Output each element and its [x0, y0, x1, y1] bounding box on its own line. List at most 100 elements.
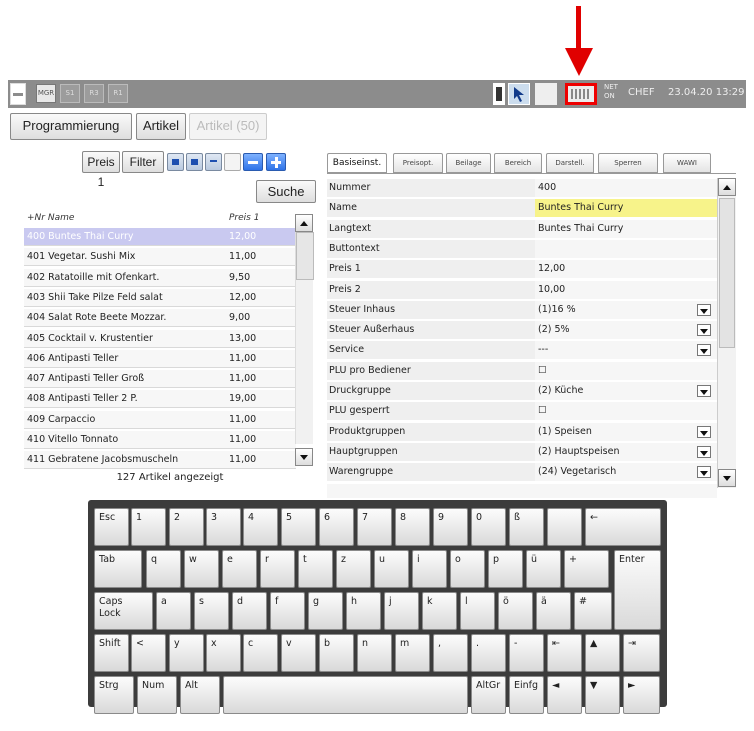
property-value[interactable]: 400	[535, 179, 717, 197]
key-blank[interactable]	[547, 508, 582, 546]
key-⇥[interactable]: ⇥	[623, 634, 660, 672]
list-scroll-down-button[interactable]	[295, 448, 313, 466]
key-w[interactable]: w	[184, 550, 219, 588]
key-4[interactable]: 4	[243, 508, 278, 546]
mode-button-s1[interactable]: S1	[60, 84, 80, 103]
table-row[interactable]: 404 Salat Rote Beete Mozzar. 9,00	[24, 309, 296, 328]
key-o[interactable]: o	[450, 550, 485, 588]
articles-button[interactable]: Artikel	[136, 113, 186, 140]
key-n[interactable]: n	[357, 634, 392, 672]
dropdown-arrow-icon[interactable]	[697, 303, 711, 316]
properties-scrollbar[interactable]	[717, 178, 736, 488]
dropdown-arrow-icon[interactable]	[697, 385, 711, 397]
tab-beilage[interactable]: Beilage	[446, 153, 491, 173]
key-shift[interactable]: Shift	[94, 634, 129, 672]
table-row[interactable]: 405 Cocktail v. Krustentier 13,00	[24, 329, 296, 348]
dropdown-arrow-icon[interactable]	[697, 466, 711, 479]
properties-scroll-down-button[interactable]	[718, 469, 736, 487]
key-r[interactable]: r	[260, 550, 295, 588]
dropdown-arrow-icon[interactable]	[697, 344, 711, 357]
key-e[interactable]: e	[222, 550, 257, 588]
list-scrollbar[interactable]	[295, 232, 314, 444]
key-⇤[interactable]: ⇤	[547, 634, 582, 672]
key-▲[interactable]: ▲	[585, 634, 620, 672]
key-t[interactable]: t	[298, 550, 333, 588]
key-space[interactable]	[223, 676, 468, 714]
table-row[interactable]: 403 Shii Take Pilze Feld salat 12,00	[24, 288, 296, 307]
key-5[interactable]: 5	[281, 508, 316, 546]
key-strg[interactable]: Strg	[94, 676, 134, 714]
property-value[interactable]: (1)16 %	[535, 300, 717, 319]
property-value[interactable]: 10,00	[535, 280, 717, 299]
key-enter[interactable]: Enter	[614, 550, 661, 630]
mode-button-r1[interactable]: R1	[108, 84, 128, 103]
drawer-icon[interactable]	[535, 83, 557, 105]
key-h[interactable]: h	[346, 592, 381, 630]
key-▼[interactable]: ▼	[585, 676, 620, 714]
key-ü[interactable]: ü	[526, 550, 561, 588]
key-v[interactable]: v	[281, 634, 316, 672]
property-value[interactable]: ---	[535, 341, 717, 360]
filter-button[interactable]: Filter	[122, 151, 164, 173]
price-filter-button[interactable]: Preis 1	[82, 151, 120, 189]
key-einfg[interactable]: Einfg	[509, 676, 544, 714]
key-3[interactable]: 3	[206, 508, 241, 546]
articles-count-button[interactable]: Artikel (50)	[189, 113, 267, 140]
key-←[interactable]: ←	[585, 508, 661, 546]
key-l[interactable]: l	[460, 592, 495, 630]
property-value[interactable]: Buntes Thai Curry	[535, 219, 717, 238]
tab-sperren[interactable]: Sperren	[598, 153, 658, 173]
key-b[interactable]: b	[319, 634, 354, 672]
key-m[interactable]: m	[395, 634, 430, 672]
programming-button[interactable]: Programmierung	[10, 113, 132, 140]
key-c[interactable]: c	[243, 634, 278, 672]
key-f[interactable]: f	[270, 592, 305, 630]
properties-scroll-up-button[interactable]	[718, 178, 736, 196]
property-value[interactable]: (2) Küche	[535, 382, 717, 400]
property-value[interactable]	[535, 239, 717, 258]
tab-preisopt[interactable]: Preisopt.	[393, 153, 443, 173]
key-6[interactable]: 6	[319, 508, 354, 546]
table-row[interactable]: 401 Vegetar. Sushi Mix 11,00	[24, 248, 296, 267]
property-value[interactable]: (2) Hauptspeisen	[535, 442, 717, 461]
key-1[interactable]: 1	[131, 508, 166, 546]
dropdown-arrow-icon[interactable]	[697, 425, 711, 438]
tab-basiseinst[interactable]: Basiseinst.	[327, 153, 387, 173]
key-y[interactable]: y	[169, 634, 204, 672]
key-z[interactable]: z	[336, 550, 371, 588]
table-row[interactable]: 407 Antipasti Teller Groß 11,00	[24, 370, 296, 389]
property-value[interactable]: ☐	[535, 361, 717, 380]
key-a[interactable]: a	[156, 592, 191, 630]
key-caps-lock[interactable]: Caps Lock	[94, 592, 153, 630]
key-d[interactable]: d	[232, 592, 267, 630]
key-ö[interactable]: ö	[498, 592, 533, 630]
property-value[interactable]: (1) Speisen	[535, 422, 717, 441]
new-document-icon[interactable]	[224, 153, 241, 171]
property-value[interactable]: (24) Vegetarisch	[535, 463, 717, 482]
key-num[interactable]: Num	[137, 676, 177, 714]
key-u[interactable]: u	[374, 550, 409, 588]
remove-icon[interactable]	[243, 153, 263, 171]
key-i[interactable]: i	[412, 550, 447, 588]
key-,[interactable]: ,	[433, 634, 468, 672]
table-row[interactable]: 402 Ratatoille mit Ofenkart. 9,50	[24, 268, 296, 287]
key--[interactable]: -	[509, 634, 544, 672]
keyboard-icon[interactable]	[565, 83, 597, 105]
key-tab[interactable]: Tab	[94, 550, 142, 588]
import-icon[interactable]	[186, 153, 203, 171]
dropdown-arrow-icon[interactable]	[697, 445, 711, 458]
key-g[interactable]: g	[308, 592, 343, 630]
key-2[interactable]: 2	[169, 508, 204, 546]
property-value[interactable]: Buntes Thai Curry	[535, 199, 717, 218]
properties-scroll-thumb[interactable]	[719, 198, 735, 348]
list-view-icon[interactable]	[205, 153, 222, 171]
cursor-network-icon[interactable]	[508, 83, 530, 105]
dropdown-arrow-icon[interactable]	[697, 324, 711, 337]
key-q[interactable]: q	[146, 550, 181, 588]
key-<[interactable]: <	[131, 634, 166, 672]
mode-button-r3[interactable]: R3	[84, 84, 104, 103]
key-x[interactable]: x	[206, 634, 241, 672]
key-k[interactable]: k	[422, 592, 457, 630]
table-row[interactable]: 406 Antipasti Teller 11,00	[24, 349, 296, 368]
key-s[interactable]: s	[194, 592, 229, 630]
